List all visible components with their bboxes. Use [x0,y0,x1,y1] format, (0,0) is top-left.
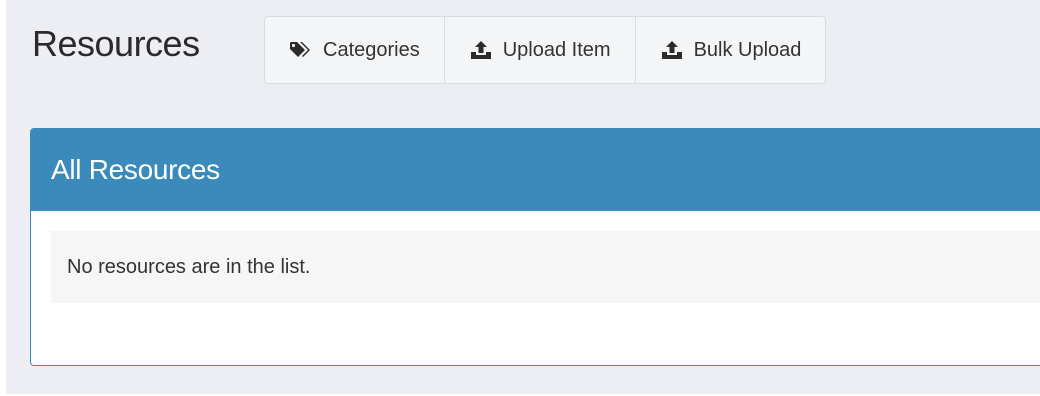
categories-button-label: Categories [323,38,420,61]
panel-header: All Resources [31,129,1040,211]
upload-item-button[interactable]: Upload Item [445,17,636,83]
upload-icon [469,39,493,61]
upload-item-button-label: Upload Item [502,38,611,61]
page-title: Resources [32,23,200,64]
panel-title: All Resources [51,154,220,185]
tags-icon [289,39,313,61]
upload-icon [660,39,684,61]
bulk-upload-button-label: Bulk Upload [693,38,802,61]
empty-state-row: No resources are in the list. [51,231,1040,303]
page-background: Resources Categories Upload Item Bulk Up… [6,0,1040,394]
bulk-upload-button[interactable]: Bulk Upload [636,17,826,83]
all-resources-panel: All Resources No resources are in the li… [30,128,1040,366]
toolbar-button-group: Categories Upload Item Bulk Upload [264,16,827,84]
empty-state-message: No resources are in the list. [67,255,311,278]
categories-button[interactable]: Categories [265,17,445,83]
